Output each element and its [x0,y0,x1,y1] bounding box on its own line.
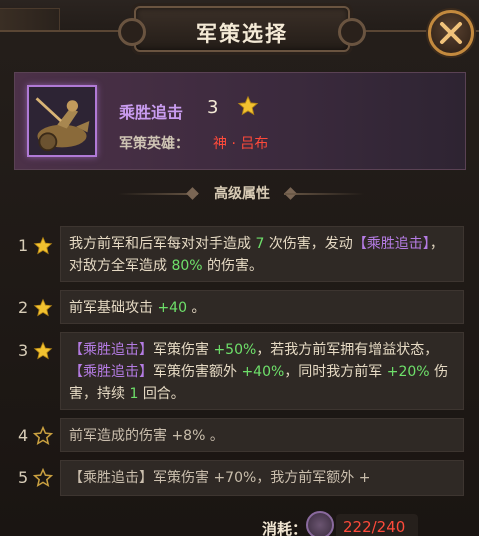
attribute-number: 5 [18,468,29,487]
close-icon [440,22,462,44]
star-icon [33,341,53,360]
strategy-card[interactable]: 乘胜追击 3 军策英雄： 神 · 吕布 [14,72,466,170]
cost-token-icon [306,511,334,536]
star-outline-icon [33,468,53,488]
attribute-row: 我方前军和后军每对对手造成 7 次伤害，发动【乘胜追击】，对敌方全军造成 80%… [60,226,464,282]
attribute-number: 1 [18,236,29,255]
star-icon [237,95,259,116]
strategy-level: 3 [207,97,219,118]
close-button[interactable] [428,10,474,56]
section-title: 高级属性 [214,186,270,202]
attribute-number: 3 [18,341,29,360]
hero-label: 军策英雄： [119,136,189,152]
attribute-number: 2 [18,298,29,317]
strategy-name: 乘胜追击 [119,103,184,122]
cost-value: 222/240 [343,518,406,536]
attribute-number: 4 [18,426,29,445]
dialog-title: 军策选择 [196,22,288,46]
attribute-row: 【乘胜追击】军策伤害 +50%，若我方前军拥有增益状态，【乘胜追击】军策伤害额外… [60,332,464,410]
cost-label: 消耗： [262,520,308,536]
dialog-title-plate: 军策选择 [118,6,366,52]
attribute-row: 前军造成的伤害 +8% 。 [60,418,464,452]
attribute-row: 前军基础攻击 +40 。 [60,290,464,324]
section-divider-right [284,193,364,195]
hero-name: 神 · 吕布 [213,136,269,152]
attribute-row: 【乘胜追击】军策伤害 +70%，我方前军额外 + [60,460,464,496]
star-icon [33,298,53,317]
star-icon [33,236,53,255]
star-outline-icon [33,426,53,446]
hero-portrait-icon [27,85,97,157]
